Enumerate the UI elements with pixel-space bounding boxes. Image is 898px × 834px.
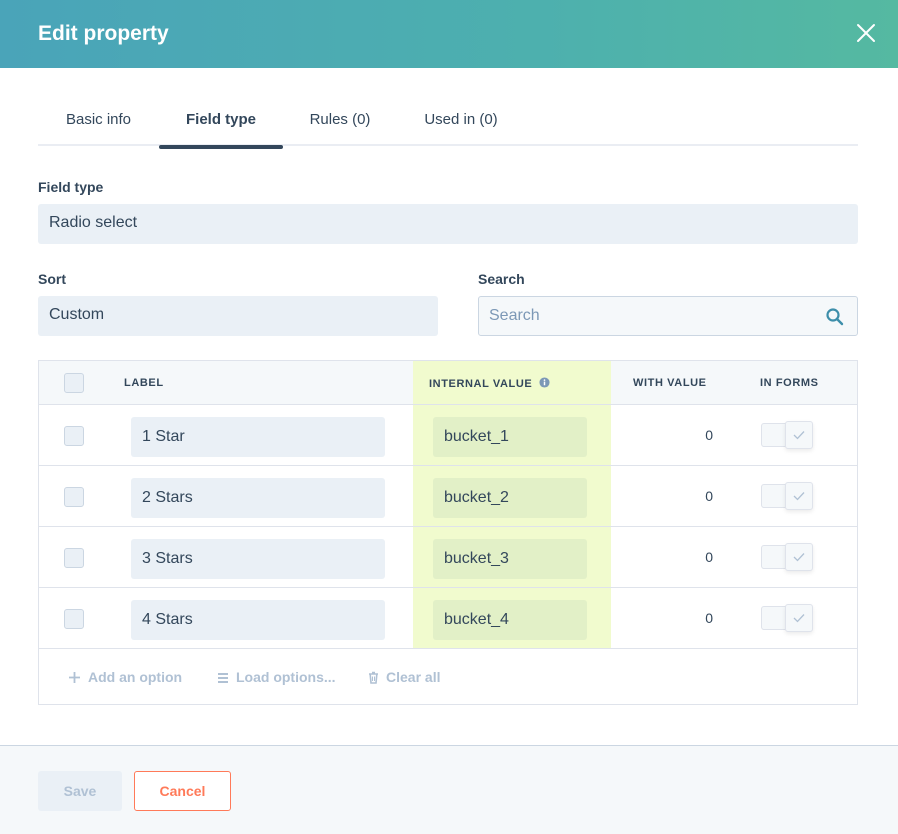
in-forms-toggle[interactable] — [761, 543, 815, 571]
row-checkbox[interactable] — [64, 487, 84, 507]
option-with-value-count: 0 — [705, 610, 713, 626]
option-with-value-count: 0 — [705, 549, 713, 565]
dialog-footer: Save Cancel — [0, 745, 898, 834]
check-icon — [793, 431, 805, 440]
check-icon — [793, 614, 805, 623]
tab-bar: Basic info Field type Rules (0) Used in … — [38, 100, 858, 149]
in-forms-toggle[interactable] — [761, 604, 815, 632]
tab-rules[interactable]: Rules (0) — [283, 100, 397, 146]
tab-field-type[interactable]: Field type — [159, 100, 283, 149]
toggle-knob — [785, 482, 813, 510]
check-icon — [793, 492, 805, 501]
options-table: LABEL INTERNAL VALUE WITH VALUE IN FORMS… — [38, 360, 858, 705]
load-options-label: Load options... — [236, 669, 336, 685]
add-option-label: Add an option — [88, 669, 183, 685]
option-internal-value-input[interactable]: bucket_1 — [433, 417, 587, 457]
in-forms-toggle[interactable] — [761, 482, 815, 510]
option-label-input[interactable]: 2 Stars — [131, 478, 385, 518]
table-row: 3 Stars bucket_3 0 — [39, 527, 857, 588]
cancel-button[interactable]: Cancel — [134, 771, 231, 811]
column-header-internal-value[interactable]: INTERNAL VALUE — [429, 377, 550, 390]
clear-all-label: Clear all — [386, 669, 441, 685]
table-row: 1 Star bucket_1 0 — [39, 405, 857, 466]
toggle-knob — [785, 421, 813, 449]
add-option-button[interactable]: Add an option — [68, 669, 182, 685]
plus-icon — [69, 672, 80, 683]
column-header-with-value[interactable]: WITH VALUE — [633, 377, 707, 389]
info-icon[interactable] — [539, 377, 550, 388]
row-checkbox[interactable] — [64, 609, 84, 629]
table-header: LABEL INTERNAL VALUE WITH VALUE IN FORMS — [39, 361, 857, 405]
column-header-in-forms[interactable]: IN FORMS — [760, 377, 819, 389]
column-header-label[interactable]: LABEL — [124, 377, 164, 389]
load-options-button[interactable]: Load options... — [217, 669, 336, 685]
close-button[interactable] — [853, 20, 879, 46]
search-placeholder: Search — [489, 307, 540, 324]
row-checkbox[interactable] — [64, 426, 84, 446]
search-icon[interactable] — [825, 307, 845, 327]
table-actions: Add an option Load options... Clear all — [39, 649, 857, 705]
dialog-header: Edit property — [0, 0, 898, 68]
tab-basic-info[interactable]: Basic info — [38, 100, 159, 146]
option-label-input[interactable]: 4 Stars — [131, 600, 385, 640]
field-type-select[interactable]: Radio select — [38, 204, 858, 244]
table-row: 2 Stars bucket_2 0 — [39, 466, 857, 527]
close-icon — [857, 24, 875, 42]
save-button[interactable]: Save — [38, 771, 122, 811]
clear-all-button[interactable]: Clear all — [368, 669, 440, 685]
list-icon — [218, 673, 228, 683]
toggle-knob — [785, 543, 813, 571]
option-label-input[interactable]: 1 Star — [131, 417, 385, 457]
in-forms-toggle[interactable] — [761, 421, 815, 449]
search-label: Search — [478, 271, 525, 287]
option-internal-value-input[interactable]: bucket_4 — [433, 600, 587, 640]
search-input[interactable]: Search — [478, 296, 858, 336]
column-header-internal-value-text: INTERNAL VALUE — [429, 378, 533, 390]
option-internal-value-input[interactable]: bucket_3 — [433, 539, 587, 579]
toggle-knob — [785, 604, 813, 632]
trash-icon — [369, 671, 378, 684]
option-label-input[interactable]: 3 Stars — [131, 539, 385, 579]
option-with-value-count: 0 — [705, 488, 713, 504]
tab-used-in[interactable]: Used in (0) — [397, 100, 525, 146]
option-with-value-count: 0 — [705, 427, 713, 443]
select-all-checkbox[interactable] — [64, 373, 84, 393]
table-row: 4 Stars bucket_4 0 — [39, 588, 857, 649]
sort-label: Sort — [38, 271, 66, 287]
row-checkbox[interactable] — [64, 548, 84, 568]
option-internal-value-input[interactable]: bucket_2 — [433, 478, 587, 518]
sort-select[interactable]: Custom — [38, 296, 438, 336]
check-icon — [793, 553, 805, 562]
dialog-title: Edit property — [38, 22, 169, 45]
field-type-label: Field type — [38, 179, 104, 195]
